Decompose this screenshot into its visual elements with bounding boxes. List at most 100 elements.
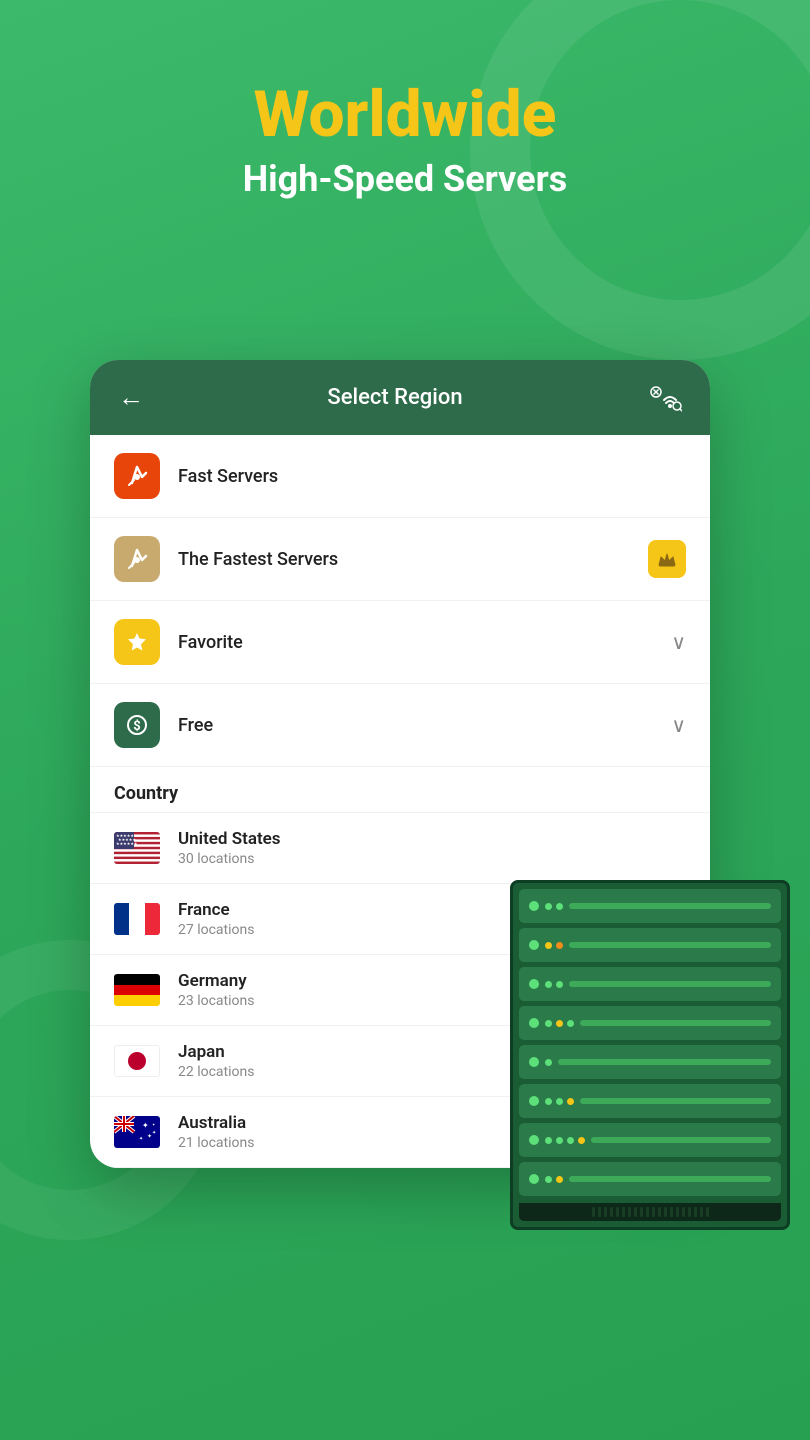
server-base-line: [700, 1207, 703, 1217]
free-label: Free: [178, 715, 671, 736]
svg-text:✦: ✦: [152, 1130, 156, 1136]
server-dot: [529, 1096, 539, 1106]
server-base-line: [592, 1207, 595, 1217]
server-dot: [529, 1057, 539, 1067]
server-base-line: [694, 1207, 697, 1217]
server-rack: [510, 880, 790, 1230]
fast-servers-item[interactable]: Fast Servers: [90, 435, 710, 518]
server-base-line: [652, 1207, 655, 1217]
server-dot: [529, 940, 539, 950]
server-dot: [529, 979, 539, 989]
country-info-us: United States 30 locations: [178, 829, 686, 867]
svg-text:★★★★★★: ★★★★★★: [116, 841, 138, 846]
free-item[interactable]: $ Free ∨: [90, 684, 710, 767]
server-dot: [567, 1020, 574, 1027]
flag-us: ★★★★★★ ★★★★★ ★★★★★★: [114, 832, 160, 864]
server-base-line: [622, 1207, 625, 1217]
header-title: Worldwide: [0, 80, 810, 150]
free-chevron: ∨: [671, 713, 686, 737]
server-base-line: [616, 1207, 619, 1217]
server-base-line: [598, 1207, 601, 1217]
server-bar: [580, 1020, 771, 1026]
server-dot: [545, 903, 552, 910]
server-unit: [519, 1123, 781, 1157]
server-dot: [567, 1098, 574, 1105]
favorite-chevron: ∨: [671, 630, 686, 654]
server-base-line: [706, 1207, 709, 1217]
fastest-servers-label: The Fastest Servers: [178, 549, 648, 570]
server-base-line: [676, 1207, 679, 1217]
server-bar: [591, 1137, 771, 1143]
server-unit: [519, 1006, 781, 1040]
server-base-line: [664, 1207, 667, 1217]
server-dot: [545, 981, 552, 988]
header-subtitle: High-Speed Servers: [0, 158, 810, 200]
country-locations-us: 30 locations: [178, 851, 686, 867]
server-unit: [519, 889, 781, 923]
server-bar: [580, 1098, 771, 1104]
server-dots-row: [545, 903, 563, 910]
server-base-line: [658, 1207, 661, 1217]
crown-icon: [648, 540, 686, 578]
free-icon: $: [114, 702, 160, 748]
server-bar: [569, 903, 771, 909]
server-bar: [558, 1059, 771, 1065]
server-illustration: [510, 880, 790, 1230]
server-dots-row: [545, 1176, 563, 1183]
favorite-label: Favorite: [178, 632, 671, 653]
server-dot: [529, 1174, 539, 1184]
favorite-item[interactable]: Favorite ∨: [90, 601, 710, 684]
country-name-us: United States: [178, 829, 686, 849]
server-bar: [569, 981, 771, 987]
header-wifi-search-icon[interactable]: [646, 384, 682, 412]
svg-text:✦: ✦: [147, 1133, 152, 1140]
server-dot: [556, 1137, 563, 1144]
flag-de: [114, 974, 160, 1006]
server-dot: [556, 1020, 563, 1027]
server-dot: [545, 942, 552, 949]
flag-au: ✦ ✦ ✦ ✦ ✦: [114, 1116, 160, 1148]
card-title: Select Region: [327, 385, 462, 410]
back-button[interactable]: ←: [118, 382, 144, 413]
svg-text:✦: ✦: [139, 1136, 143, 1142]
server-dot: [556, 981, 563, 988]
server-dot: [545, 1059, 552, 1066]
server-base-line: [646, 1207, 649, 1217]
server-unit: [519, 1162, 781, 1196]
fast-servers-label: Fast Servers: [178, 466, 686, 487]
server-base-line: [640, 1207, 643, 1217]
header-area: Worldwide High-Speed Servers: [0, 0, 810, 240]
server-dots-row: [545, 1059, 552, 1066]
svg-text:$: $: [133, 719, 140, 734]
server-dots-row: [545, 942, 563, 949]
server-dots-row: [545, 981, 563, 988]
fast-servers-icon: [114, 453, 160, 499]
server-bar: [569, 1176, 771, 1182]
server-base-lines: [592, 1207, 709, 1217]
server-base-line: [688, 1207, 691, 1217]
server-dot: [556, 1098, 563, 1105]
server-base-line: [610, 1207, 613, 1217]
country-label: Country: [114, 783, 178, 804]
favorite-icon: [114, 619, 160, 665]
server-base-line: [682, 1207, 685, 1217]
server-base-line: [670, 1207, 673, 1217]
server-dot: [545, 1020, 552, 1027]
server-dots-row: [545, 1020, 574, 1027]
server-dots-row: [545, 1137, 585, 1144]
server-base-line: [628, 1207, 631, 1217]
fastest-servers-icon: [114, 536, 160, 582]
background: Worldwide High-Speed Servers ← Select Re…: [0, 0, 810, 1440]
server-dot: [567, 1137, 574, 1144]
country-section-header: Country: [90, 767, 710, 813]
server-dot: [545, 1176, 552, 1183]
country-item-us[interactable]: ★★★★★★ ★★★★★ ★★★★★★ United States 30 loc…: [90, 813, 710, 884]
server-unit: [519, 928, 781, 962]
server-base-line: [634, 1207, 637, 1217]
server-dot: [545, 1098, 552, 1105]
server-dot: [529, 901, 539, 911]
fastest-servers-item[interactable]: The Fastest Servers: [90, 518, 710, 601]
server-base-line: [604, 1207, 607, 1217]
server-unit: [519, 1084, 781, 1118]
server-base: [519, 1203, 781, 1221]
